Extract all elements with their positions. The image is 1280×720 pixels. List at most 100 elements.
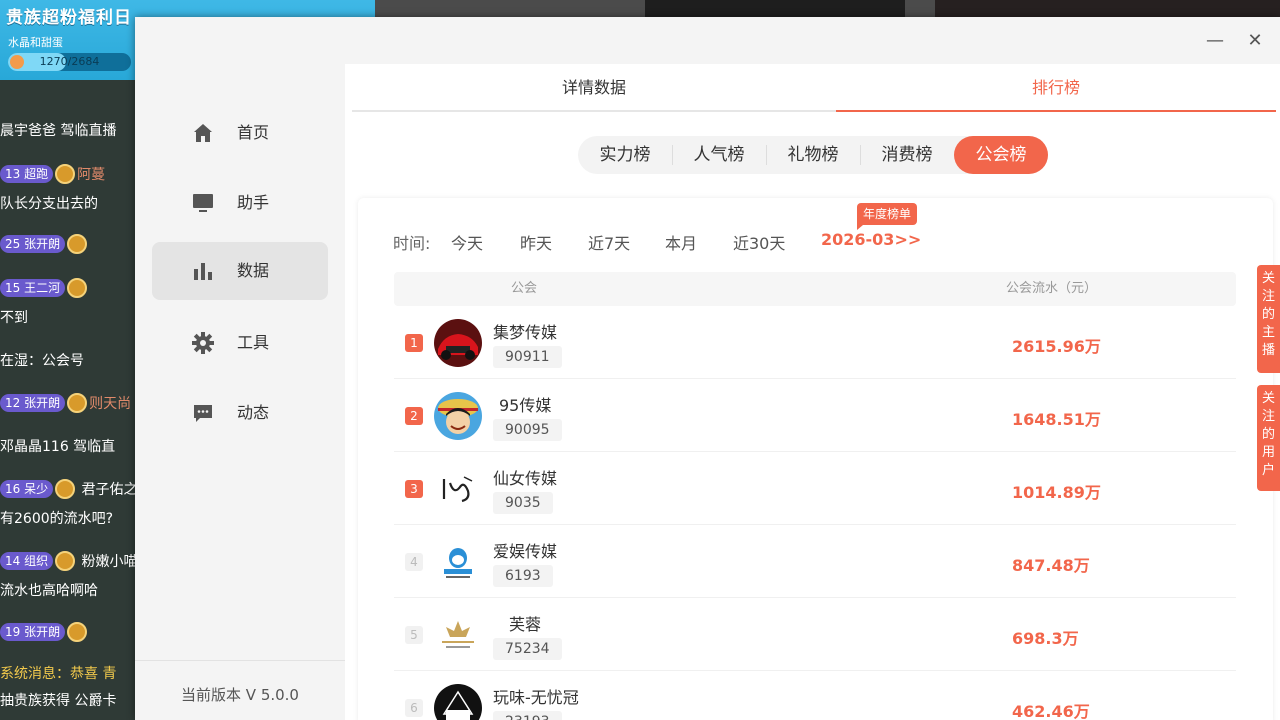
banner-title: 贵族超粉福利日 xyxy=(6,8,132,28)
banner-subtitle: 水晶和甜蛋 xyxy=(8,36,63,49)
segment-spending[interactable]: 消费榜 xyxy=(860,136,954,174)
sidebar-item-label: 动态 xyxy=(237,403,270,422)
guild-name: 玩味-无忧冠 xyxy=(493,688,579,707)
chat-text: 晨宇爸爸 驾临直播 xyxy=(0,123,117,139)
chat-text: 流水也高哈啊哈 xyxy=(0,583,98,599)
rank-number: 6 xyxy=(405,699,423,717)
chat-message: 19 张开朗 xyxy=(0,622,140,652)
guild-flow: 1648.51万 xyxy=(1012,410,1101,429)
chat-message: 在湿：公会号 xyxy=(0,350,140,380)
rank-number: 5 xyxy=(405,626,423,644)
tab-leaderboard[interactable]: 排行榜 xyxy=(836,64,1276,112)
noble-badge-icon xyxy=(67,234,88,254)
sidebar-item-label: 助手 xyxy=(237,193,270,212)
minimize-button[interactable]: — xyxy=(1203,29,1227,53)
chat-message: 25 张开朗 xyxy=(0,234,140,264)
noble-badge-icon xyxy=(67,278,88,298)
leaderboard-card: 时间: 今天 昨天 近7天 本月 近30天 2026-03>> 年度榜单 公会 … xyxy=(358,198,1273,720)
rank-number: 1 xyxy=(405,334,423,352)
table-row[interactable]: 1 集梦传媒 90911 2615.96万 xyxy=(394,306,1236,379)
chat-text: 队长分支出去的 xyxy=(0,196,98,212)
rank-number: 3 xyxy=(405,480,423,498)
table-row[interactable]: 2 95传媒 90095 1648.51万 xyxy=(394,379,1236,452)
chat-text: 有2600的流水吧? xyxy=(0,511,114,527)
sidebar-item-home[interactable]: 首页 xyxy=(152,104,328,162)
tab-detail-data[interactable]: 详情数据 xyxy=(352,64,836,112)
rank-number: 2 xyxy=(405,407,423,425)
table-header: 公会 公会流水（元） xyxy=(394,272,1236,306)
chat-text: 粉嫩小喵 xyxy=(77,554,138,570)
rank-number: 4 xyxy=(405,553,423,571)
user-level-badge: 12 张开朗 xyxy=(0,394,66,412)
leaderboard-type-switch: 实力榜 人气榜 礼物榜 消费榜 公会榜 xyxy=(578,136,1048,174)
sidebar-item-assistant[interactable]: 助手 xyxy=(152,174,328,232)
followed-users-tab[interactable]: 关注的用户 xyxy=(1257,385,1280,491)
time-option-30days[interactable]: 近30天 xyxy=(733,230,785,254)
guild-id: 75234 xyxy=(493,638,562,660)
table-row[interactable]: 3 仙女传媒 9035 1014.89万 xyxy=(394,452,1236,525)
time-option-month-picker[interactable]: 2026-03>> xyxy=(821,230,921,249)
table-row[interactable]: 5 芙蓉 75234 698.3万 xyxy=(394,598,1236,671)
chat-text: 邓晶晶116 驾临直 xyxy=(0,439,116,455)
sidebar-item-data[interactable]: 数据 xyxy=(152,242,328,300)
sidebar-item-feed[interactable]: 动态 xyxy=(152,384,328,442)
user-level-badge: 19 张开朗 xyxy=(0,623,66,641)
guild-flow: 2615.96万 xyxy=(1012,337,1101,356)
time-option-today[interactable]: 今天 xyxy=(451,230,483,254)
time-label: 时间: xyxy=(393,234,431,253)
time-option-this-month[interactable]: 本月 xyxy=(665,230,697,254)
guild-flow: 1014.89万 xyxy=(1012,483,1101,502)
segment-gifts[interactable]: 礼物榜 xyxy=(766,136,860,174)
segment-strength[interactable]: 实力榜 xyxy=(578,136,672,174)
chat-message: 队长分支出去的 xyxy=(0,193,140,223)
guild-avatar xyxy=(434,392,482,440)
noble-badge-icon xyxy=(55,479,76,499)
table-row[interactable]: 6 玩味-无忧冠 23193 462.46万 xyxy=(394,671,1236,720)
chat-message: 流水也高哈啊哈 xyxy=(0,580,140,610)
guild-name: 爱娱传媒 xyxy=(493,542,558,561)
chat-username: 则天尚 xyxy=(89,396,132,412)
table-row[interactable]: 4 爱娱传媒 6193 847.48万 xyxy=(394,525,1236,598)
version-label: 当前版本 V 5.0.0 xyxy=(181,686,299,704)
chat-message: 15 王二河 xyxy=(0,278,140,308)
data-window: — ✕ 首页 助手 数据 工具 动态 当前版本 V 5.0.0 详情数据 排行榜… xyxy=(135,17,1280,720)
user-level-badge: 16 呆少 xyxy=(0,480,54,498)
gear-icon xyxy=(192,332,214,354)
guild-id: 9035 xyxy=(493,492,553,514)
user-level-badge: 14 组织 xyxy=(0,552,54,570)
sidebar-item-tools[interactable]: 工具 xyxy=(152,314,328,372)
guild-avatar xyxy=(434,611,482,659)
annual-ranking-badge[interactable]: 年度榜单 xyxy=(857,203,918,225)
chat-message: 系统消息：恭喜 青 xyxy=(0,663,140,693)
chat-text: 在湿：公会号 xyxy=(0,353,84,369)
time-option-7days[interactable]: 近7天 xyxy=(588,230,630,254)
chat-username: 阿蔓 xyxy=(77,167,106,183)
chat-text: 君子佑之 xyxy=(77,482,138,498)
segment-popularity[interactable]: 人气榜 xyxy=(672,136,766,174)
segment-guild[interactable]: 公会榜 xyxy=(954,136,1048,174)
bar-chart-icon xyxy=(194,263,212,280)
followed-anchors-tab[interactable]: 关注的主播 xyxy=(1257,265,1280,373)
noble-badge-icon xyxy=(67,622,88,642)
guild-avatar xyxy=(434,684,482,720)
message-icon xyxy=(194,405,212,422)
column-header-flow: 公会流水（元） xyxy=(1006,281,1098,296)
banner-progress-text: 1270/2684 xyxy=(39,55,100,68)
sidebar-item-label: 工具 xyxy=(237,333,270,352)
stream-video xyxy=(375,0,1280,18)
time-option-yesterday[interactable]: 昨天 xyxy=(520,230,552,254)
sidebar-item-label: 首页 xyxy=(237,123,270,142)
noble-badge-icon xyxy=(67,393,88,413)
guild-avatar xyxy=(434,465,482,513)
title-bar[interactable]: — ✕ xyxy=(135,17,1280,64)
chat-message: 抽贵族获得 公爵卡 xyxy=(0,690,140,720)
guild-avatar xyxy=(434,538,482,586)
banner-progress-bar: 1270/2684 xyxy=(8,53,131,71)
sidebar-item-label: 数据 xyxy=(237,261,270,280)
chat-text: 抽贵族获得 公爵卡 xyxy=(0,693,117,709)
chat-message: 晨宇爸爸 驾临直播 xyxy=(0,120,140,150)
guild-name: 集梦传媒 xyxy=(493,323,558,342)
noble-badge-icon xyxy=(55,551,76,571)
guild-id: 6193 xyxy=(493,565,553,587)
close-button[interactable]: ✕ xyxy=(1243,29,1267,53)
